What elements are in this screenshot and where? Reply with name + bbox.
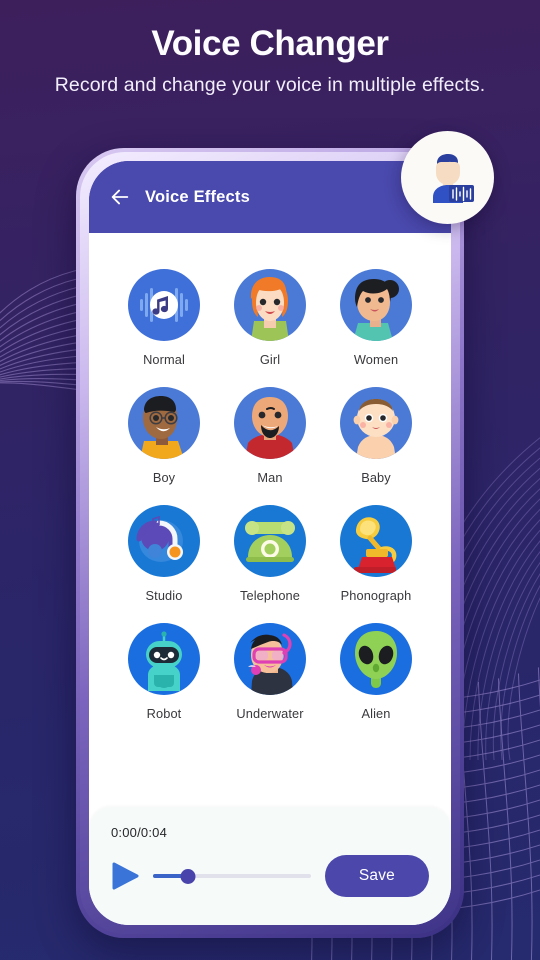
- save-button[interactable]: Save: [324, 855, 429, 897]
- baby-avatar-icon: [340, 387, 412, 459]
- audio-player: 0:00/0:04 Save: [89, 807, 451, 925]
- app-bar-title: Voice Effects: [145, 187, 250, 206]
- playback-time: 0:00/0:04: [111, 825, 168, 840]
- effect-label: Normal: [143, 352, 185, 367]
- headphones-icon: [128, 505, 200, 577]
- effect-label: Man: [257, 470, 283, 485]
- effect-label: Alien: [361, 706, 391, 721]
- slider-thumb[interactable]: [180, 868, 196, 884]
- effect-item-phonograph[interactable]: Phonograph: [340, 505, 412, 623]
- person-waveform-icon: [432, 153, 474, 203]
- screen-content: Normal Girl Women Boy Man Baby Studio Te…: [89, 233, 451, 925]
- effect-label: Studio: [145, 588, 183, 603]
- effect-item-telephone[interactable]: Telephone: [234, 505, 306, 623]
- effect-label: Robot: [146, 706, 182, 721]
- alien-icon: [340, 623, 412, 695]
- back-arrow-icon[interactable]: [109, 186, 131, 208]
- page-subtitle: Record and change your voice in multiple…: [54, 74, 486, 97]
- effect-label: Telephone: [240, 588, 300, 603]
- effect-item-man[interactable]: Man: [234, 387, 306, 505]
- effect-item-robot[interactable]: Robot: [128, 623, 200, 741]
- app-bar: Voice Effects: [89, 161, 451, 233]
- effect-label: Baby: [361, 470, 391, 485]
- effect-label: Women: [353, 352, 399, 367]
- effect-item-women[interactable]: Women: [340, 269, 412, 387]
- man-avatar-icon: [234, 387, 306, 459]
- music-note-waveform-icon: [128, 269, 200, 341]
- effect-item-underwater[interactable]: Underwater: [234, 623, 306, 741]
- page-title: Voice Changer: [151, 24, 389, 63]
- player-controls: Save: [111, 855, 429, 897]
- effect-item-baby[interactable]: Baby: [340, 387, 412, 505]
- app-icon-badge: [401, 131, 494, 224]
- boy-avatar-icon: [128, 387, 200, 459]
- snorkel-diver-icon: [234, 623, 306, 695]
- effect-label: Girl: [259, 352, 281, 367]
- voice-effects-grid: Normal Girl Women Boy Man Baby Studio Te…: [89, 233, 451, 807]
- promo-screenshot: Voice Changer Record and change your voi…: [0, 0, 540, 960]
- effect-item-boy[interactable]: Boy: [128, 387, 200, 505]
- effect-item-studio[interactable]: Studio: [128, 505, 200, 623]
- phone-screen: Voice Effects Normal Girl Women Boy Man …: [89, 161, 451, 925]
- effect-label: Phonograph: [340, 588, 412, 603]
- effect-label: Underwater: [236, 706, 304, 721]
- progress-slider[interactable]: [153, 868, 311, 884]
- play-triangle-icon[interactable]: [111, 861, 139, 891]
- effect-item-normal[interactable]: Normal: [128, 269, 200, 387]
- phonograph-icon: [340, 505, 412, 577]
- effect-item-alien[interactable]: Alien: [340, 623, 412, 741]
- headline-block: Voice Changer Record and change your voi…: [0, 24, 540, 99]
- girl-avatar-icon: [234, 269, 306, 341]
- phone-mockup: Voice Effects Normal Girl Women Boy Man …: [76, 148, 464, 938]
- robot-icon: [128, 623, 200, 695]
- telephone-icon: [234, 505, 306, 577]
- effect-item-girl[interactable]: Girl: [234, 269, 306, 387]
- effect-label: Boy: [152, 470, 176, 485]
- woman-avatar-icon: [340, 269, 412, 341]
